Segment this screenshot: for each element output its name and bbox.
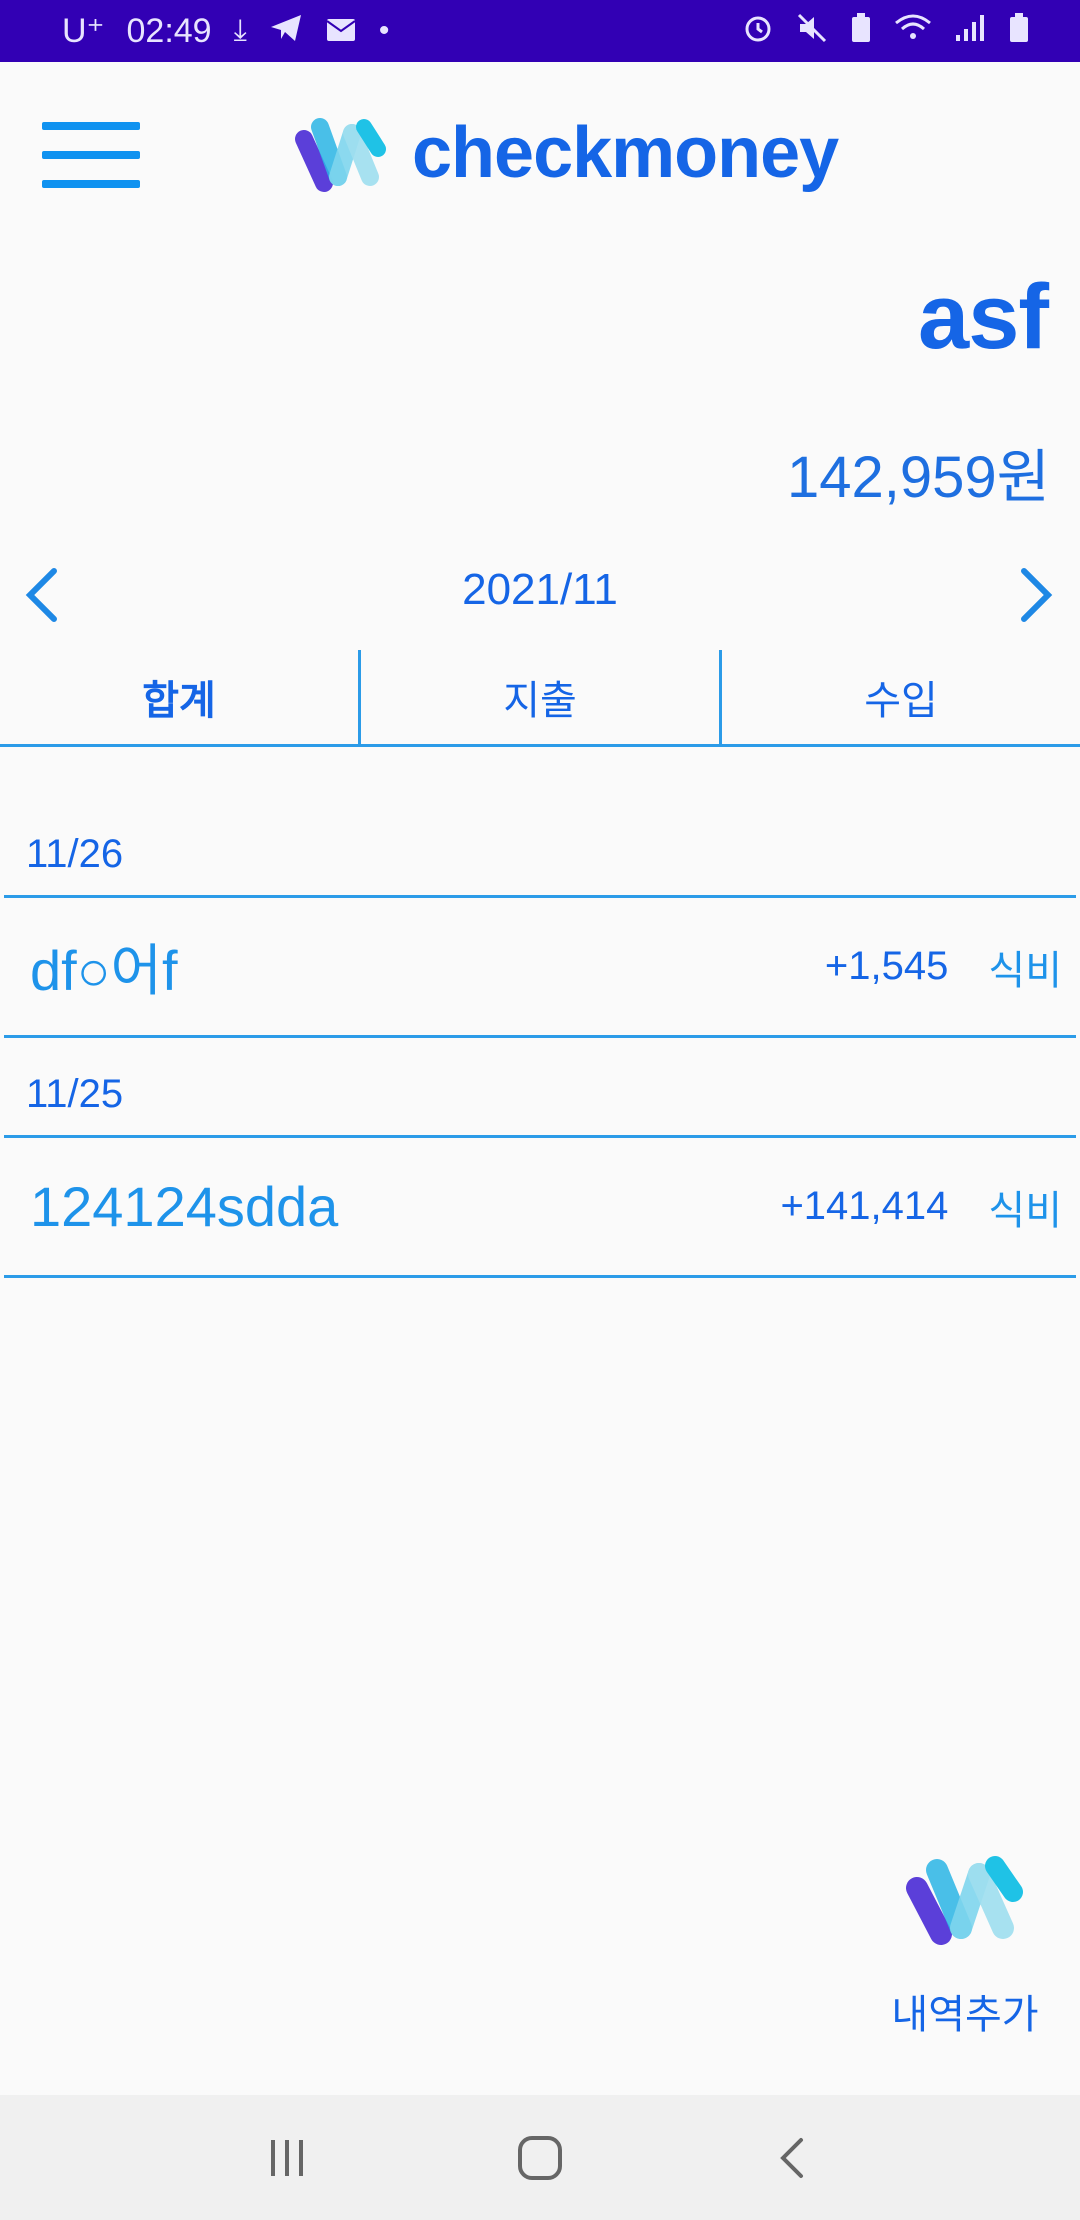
- app-header: checkmoney: [0, 62, 1080, 262]
- home-icon[interactable]: [510, 2128, 570, 2188]
- entry-category: 식비: [988, 1187, 1062, 1234]
- month-label: 2021/11: [462, 565, 618, 614]
- tab-expense[interactable]: 지출: [358, 650, 719, 744]
- status-left: U⁺ 02:49 ⤓ •: [62, 11, 389, 51]
- status-bar: U⁺ 02:49 ⤓ •: [0, 0, 1080, 62]
- status-right: [742, 12, 1030, 50]
- clock: 02:49: [126, 11, 212, 50]
- date-header: 11/25: [4, 1038, 1076, 1138]
- add-entry-button[interactable]: 내역추가: [880, 1848, 1050, 2068]
- entry-title: df○어f: [30, 939, 178, 1002]
- hamburger-icon[interactable]: [42, 122, 140, 188]
- tab-total[interactable]: 합계: [0, 650, 358, 744]
- recent-apps-icon[interactable]: [257, 2128, 317, 2188]
- signal-icon: [954, 13, 986, 49]
- battery-icon: [1008, 12, 1030, 50]
- account-name: asf: [918, 266, 1049, 368]
- carrier-label: U⁺: [62, 12, 105, 50]
- tab-income[interactable]: 수입: [719, 650, 1080, 744]
- entry-meta: +1,545 식비: [825, 938, 1062, 996]
- entry-amount: +1,545: [824, 944, 949, 988]
- entry-amount: +141,414: [780, 1184, 949, 1228]
- chevron-right-icon[interactable]: [1004, 565, 1064, 625]
- wifi-icon: [894, 13, 932, 49]
- add-entry-label: 내역추가: [891, 1992, 1039, 2038]
- entry-title: 124124sdda: [30, 1175, 339, 1238]
- logo-mark-icon: [295, 118, 386, 192]
- entry-meta: +141,414 식비: [780, 1178, 1062, 1236]
- telegram-icon: [269, 13, 303, 49]
- system-nav-bar: [0, 2095, 1080, 2220]
- account-balance: 142,959원: [786, 445, 1050, 510]
- battery-saver-icon: [850, 12, 872, 50]
- app-name: checkmoney: [412, 113, 839, 193]
- filter-tabs: 합계 지출 수입: [0, 650, 1080, 747]
- list-item[interactable]: df○어f +1,545 식비: [4, 898, 1076, 1038]
- date-header: 11/26: [4, 745, 1076, 898]
- transaction-list: 11/26 df○어f +1,545 식비 11/25 124124sdda +…: [0, 745, 1080, 1278]
- back-icon[interactable]: [763, 2128, 823, 2188]
- mail-icon: [325, 13, 357, 49]
- list-item[interactable]: 124124sdda +141,414 식비: [4, 1138, 1076, 1278]
- mute-icon: [796, 12, 828, 50]
- logo-mark-icon: [906, 1856, 1023, 1945]
- app-logo: checkmoney: [290, 112, 839, 194]
- month-navigator: 2021/11: [0, 555, 1080, 635]
- entry-category: 식비: [988, 947, 1062, 994]
- download-icon: ⤓: [233, 14, 247, 47]
- dot-icon: •: [378, 14, 390, 47]
- alarm-icon: [742, 12, 774, 50]
